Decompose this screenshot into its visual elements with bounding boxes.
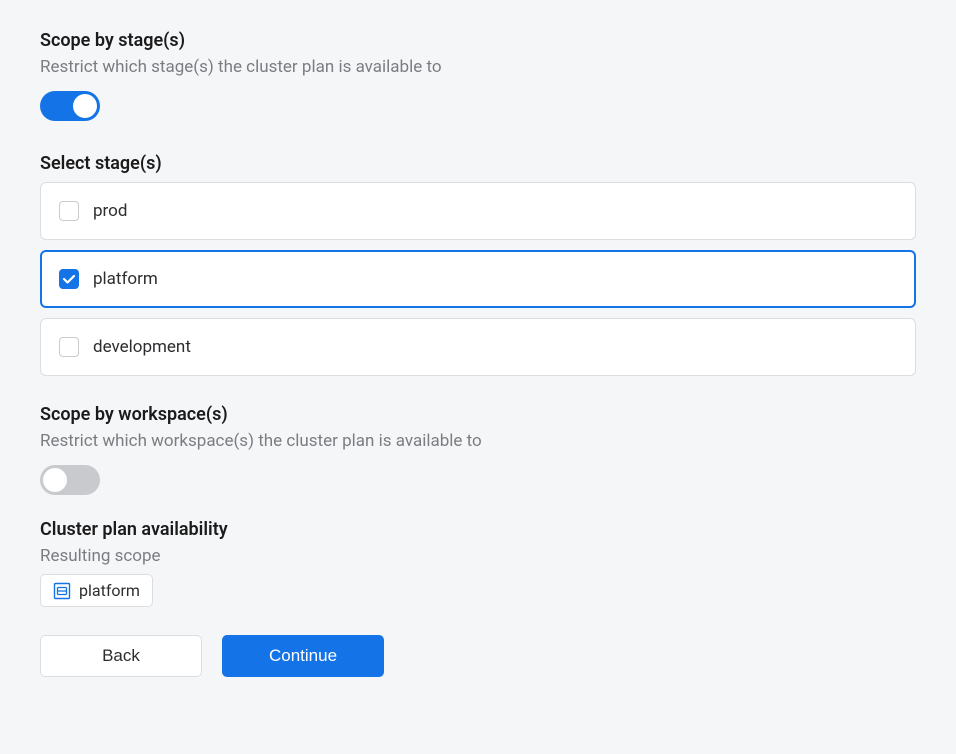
toggle-knob	[43, 468, 67, 492]
stage-label: development	[93, 337, 191, 357]
scope-by-stage-heading: Scope by stage(s)	[40, 30, 916, 51]
footer-actions: Back Continue	[40, 635, 916, 677]
scope-by-stage-section: Scope by stage(s) Restrict which stage(s…	[40, 30, 916, 125]
scope-by-workspace-desc: Restrict which workspace(s) the cluster …	[40, 431, 916, 451]
chip-label: platform	[79, 581, 140, 600]
availability-heading: Cluster plan availability	[40, 519, 916, 540]
scope-by-stage-toggle[interactable]	[40, 91, 100, 121]
select-stages-heading: Select stage(s)	[40, 153, 916, 174]
availability-sub: Resulting scope	[40, 546, 916, 566]
scope-by-workspace-heading: Scope by workspace(s)	[40, 404, 916, 425]
stage-item-prod[interactable]: prod	[40, 182, 916, 240]
checkbox-icon	[59, 201, 79, 221]
back-button[interactable]: Back	[40, 635, 202, 677]
stage-item-development[interactable]: development	[40, 318, 916, 376]
checkbox-icon	[59, 337, 79, 357]
availability-chip-platform: platform	[40, 574, 153, 607]
scope-by-workspace-section: Scope by workspace(s) Restrict which wor…	[40, 404, 916, 499]
stage-icon	[53, 582, 71, 600]
stage-list: prod platform development	[40, 182, 916, 376]
select-stages-section: Select stage(s) prod platform developmen…	[40, 153, 916, 376]
stage-label: platform	[93, 269, 158, 289]
scope-by-stage-desc: Restrict which stage(s) the cluster plan…	[40, 57, 916, 77]
scope-by-workspace-toggle[interactable]	[40, 465, 100, 495]
availability-chip-row: platform	[40, 574, 916, 607]
availability-section: Cluster plan availability Resulting scop…	[40, 519, 916, 607]
stage-label: prod	[93, 201, 127, 221]
checkbox-icon	[59, 269, 79, 289]
stage-item-platform[interactable]: platform	[40, 250, 916, 308]
toggle-knob	[73, 94, 97, 118]
continue-button[interactable]: Continue	[222, 635, 384, 677]
